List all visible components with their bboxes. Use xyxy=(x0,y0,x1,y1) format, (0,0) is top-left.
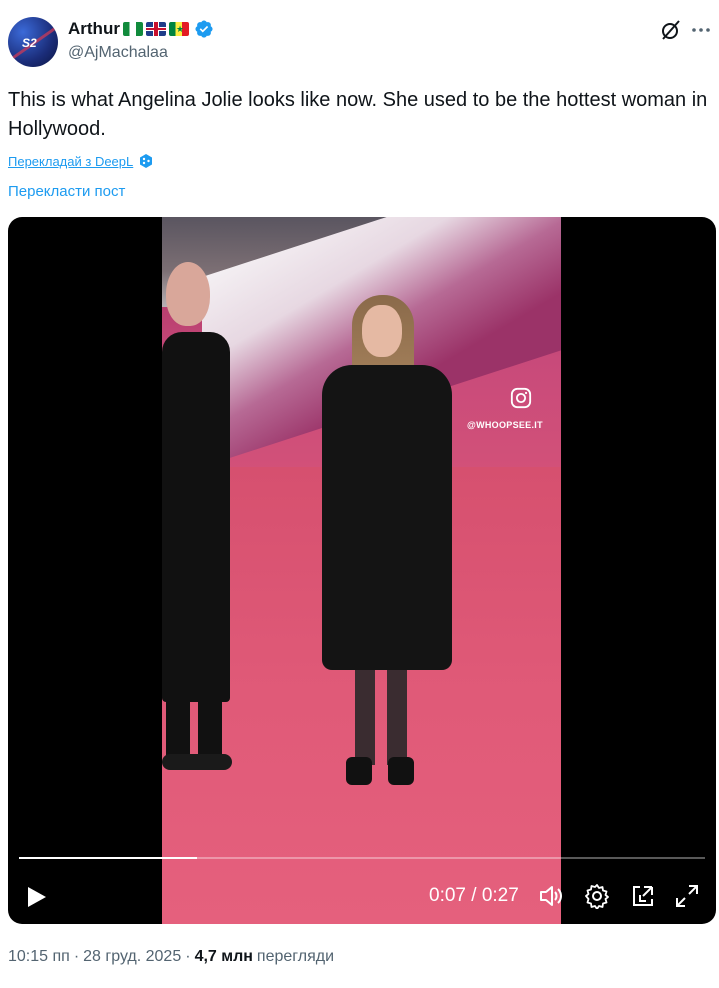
author-name-row[interactable]: Arthur ★ xyxy=(68,18,214,40)
video-progress-fill xyxy=(19,857,198,859)
verified-badge-icon[interactable] xyxy=(194,19,214,39)
grok-icon[interactable] xyxy=(659,18,683,42)
instagram-icon xyxy=(510,387,532,409)
views-label: перегляди xyxy=(256,948,335,965)
translate-deepl-link[interactable]: Перекладай з DeepL xyxy=(8,153,154,169)
translate-deepl-label[interactable]: Перекладай з DeepL xyxy=(8,154,133,169)
more-icon[interactable] xyxy=(689,18,713,42)
avatar-badge-text: S2 xyxy=(22,36,37,50)
uk-flag-icon xyxy=(145,22,166,36)
author-display-name[interactable]: Arthur xyxy=(68,19,120,39)
views-count: 4,7 млн xyxy=(194,948,253,965)
picture-in-picture-icon[interactable] xyxy=(630,883,656,909)
meta-separator: · xyxy=(73,948,80,965)
woman-figure xyxy=(322,295,457,795)
author-avatar[interactable]: S2 xyxy=(8,17,58,67)
fullscreen-icon[interactable] xyxy=(674,883,700,909)
deepl-icon xyxy=(140,154,153,168)
video-player[interactable]: @WHOOPSEE.IT 0:07 / 0:27 xyxy=(8,217,716,924)
senegal-flag-icon: ★ xyxy=(168,22,189,36)
settings-gear-icon[interactable] xyxy=(584,883,610,909)
video-frame[interactable]: @WHOOPSEE.IT xyxy=(162,217,561,924)
tweet-time[interactable]: 10:15 пп xyxy=(8,948,70,966)
tweet-meta: 10:15 пп · 28 груд. 2025 · 4,7 млн перег… xyxy=(8,948,334,966)
nigeria-flag-icon xyxy=(122,22,143,36)
tweet-text: This is what Angelina Jolie looks like n… xyxy=(8,89,708,140)
video-time-display: 0:07 / 0:27 xyxy=(429,885,519,906)
translate-post-link[interactable]: Перекласти пост xyxy=(8,183,125,200)
volume-icon[interactable] xyxy=(538,883,564,909)
meta-separator: · xyxy=(185,948,191,965)
man-figure xyxy=(162,262,237,782)
video-progress-bar[interactable] xyxy=(19,857,705,859)
video-watermark: @WHOOPSEE.IT xyxy=(467,420,543,430)
play-icon[interactable] xyxy=(26,885,48,909)
author-handle[interactable]: @AjMachalaa xyxy=(68,44,168,62)
tweet-date[interactable]: 28 груд. 2025 xyxy=(83,948,181,966)
